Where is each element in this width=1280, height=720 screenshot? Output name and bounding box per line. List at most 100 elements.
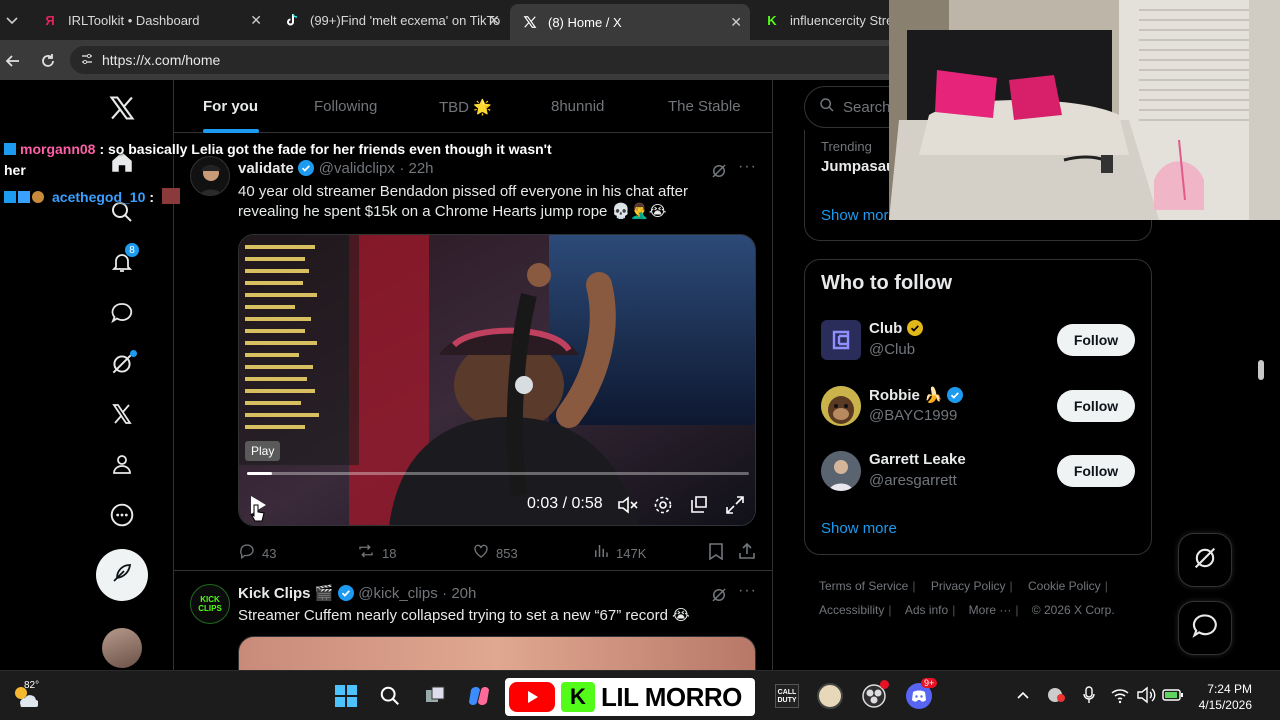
reply-icon: [238, 542, 256, 565]
tab-tiktok[interactable]: (99+)Find 'melt ecxema' on TikTok ✕: [272, 5, 508, 35]
like-button[interactable]: 853: [472, 542, 518, 565]
post-author-handle[interactable]: @validclipx: [319, 160, 395, 177]
microphone-icon[interactable]: [1082, 686, 1096, 709]
tab-tbd[interactable]: TBD 🌟: [439, 80, 492, 133]
mute-icon[interactable]: [617, 495, 639, 520]
post-timestamp[interactable]: · 20h: [442, 585, 476, 602]
search-icon[interactable]: [376, 682, 404, 710]
tab-8hunnid[interactable]: 8hunnid: [551, 80, 604, 133]
footer-link[interactable]: Terms of Service: [819, 579, 908, 593]
follow-button[interactable]: Follow: [1057, 455, 1135, 487]
post-author-avatar[interactable]: [190, 156, 230, 196]
left-navigation: 8: [80, 80, 164, 670]
close-tab-icon[interactable]: ✕: [488, 12, 500, 29]
video-progress-track[interactable]: [247, 472, 749, 475]
battery-icon[interactable]: [1162, 686, 1184, 709]
footer-more-link[interactable]: More ···: [969, 603, 1012, 617]
chat-text: :: [149, 189, 155, 205]
robbie-avatar[interactable]: [821, 386, 861, 426]
post-text: 40 year old streamer Bendadon pissed off…: [238, 182, 758, 222]
page-scrollbar[interactable]: [1256, 160, 1266, 670]
repost-button[interactable]: 18: [356, 542, 396, 565]
tab-kick[interactable]: K influencercity Stream: [752, 5, 892, 35]
garrett-avatar[interactable]: [821, 451, 861, 491]
post[interactable]: KICK CLIPS Kick Clips 🎬 @kick_clips · 20h…: [174, 572, 772, 670]
follow-button[interactable]: Follow: [1057, 324, 1135, 356]
tab-following[interactable]: Following: [314, 80, 377, 133]
post-author-handle[interactable]: @kick_clips: [358, 585, 437, 602]
follow-button[interactable]: Follow: [1057, 390, 1135, 422]
notifications-bell-icon[interactable]: 8: [106, 242, 140, 278]
scrollbar-thumb[interactable]: [1258, 360, 1264, 380]
tab-x-home[interactable]: (8) Home / X ✕: [510, 4, 750, 40]
bookmark-icon[interactable]: [708, 542, 724, 565]
grok-icon: [1191, 544, 1219, 577]
volume-icon[interactable]: [1136, 686, 1156, 709]
tray-chevron-icon[interactable]: [1016, 688, 1030, 707]
suggestion-name[interactable]: Club: [869, 320, 923, 337]
show-more-link[interactable]: Show more: [821, 520, 897, 537]
call-of-duty-icon[interactable]: CALL DUTY: [773, 682, 801, 710]
picture-in-picture-icon[interactable]: [689, 495, 709, 520]
follow-suggestion[interactable]: Club @Club Follow: [805, 314, 1151, 374]
post-author-name[interactable]: validate: [238, 160, 294, 177]
fullscreen-icon[interactable]: [725, 495, 745, 520]
footer-link[interactable]: Ads info: [905, 603, 948, 617]
x-logo-icon[interactable]: [106, 92, 138, 124]
account-avatar[interactable]: [102, 628, 142, 668]
search-placeholder: Search: [843, 98, 891, 116]
grok-icon[interactable]: [106, 348, 138, 380]
premium-x-icon[interactable]: [106, 398, 138, 430]
post-video[interactable]: Play 0:03 / 0:58: [238, 234, 756, 526]
clock-date: 4/15/2026: [1198, 698, 1252, 712]
settings-gear-icon[interactable]: [653, 495, 673, 520]
wifi-icon[interactable]: [1110, 686, 1130, 709]
post-author-avatar[interactable]: KICK CLIPS: [190, 584, 230, 624]
tab-for-you[interactable]: For you: [203, 80, 259, 133]
system-clock[interactable]: 7:24 PM 4/15/2026: [1192, 681, 1252, 713]
verified-badge-icon: [946, 387, 963, 403]
post[interactable]: validate @validclipx · 22h ··· 40 year o…: [174, 150, 772, 571]
footer-link[interactable]: Cookie Policy: [1028, 579, 1101, 593]
post-more-icon[interactable]: ···: [738, 582, 757, 600]
copilot-icon[interactable]: [465, 682, 493, 710]
tab-the-stable[interactable]: The Stable: [668, 80, 741, 133]
site-info-icon[interactable]: [80, 52, 94, 69]
tab-irltoolkit[interactable]: Я IRLToolkit • Dashboard ✕: [30, 5, 270, 35]
more-options-icon[interactable]: [106, 499, 138, 531]
grok-chat-icon[interactable]: [106, 297, 138, 329]
post-text-line: revealing he spent $15k on a Chrome Hear…: [238, 203, 667, 220]
follow-suggestion[interactable]: Garrett Leake @aresgarrett Follow: [805, 445, 1151, 505]
close-tab-icon[interactable]: ✕: [250, 12, 262, 29]
post-timestamp[interactable]: · 22h: [399, 160, 433, 177]
show-more-link[interactable]: Show more: [821, 207, 897, 224]
obs-icon[interactable]: [860, 680, 889, 710]
tab-list-chevron-icon[interactable]: [4, 12, 20, 28]
close-tab-icon[interactable]: ✕: [730, 14, 742, 31]
footer-link[interactable]: Accessibility: [819, 603, 884, 617]
youtube-icon: [509, 682, 555, 712]
back-arrow-icon[interactable]: [4, 52, 22, 75]
views-button[interactable]: 147K: [592, 542, 646, 565]
webcam-overlay: [889, 0, 1280, 220]
app-avatar-icon[interactable]: [816, 682, 844, 710]
suggestion-name[interactable]: Robbie 🍌: [869, 386, 963, 404]
discord-icon[interactable]: 9+: [905, 678, 938, 710]
task-view-icon[interactable]: [421, 682, 449, 710]
reply-button[interactable]: 43: [238, 542, 276, 565]
profile-icon[interactable]: [106, 448, 138, 480]
compose-post-button[interactable]: [96, 549, 148, 601]
share-icon[interactable]: [738, 542, 756, 565]
reload-icon[interactable]: [39, 52, 57, 75]
post-video-thumbnail[interactable]: [238, 636, 756, 670]
grok-floating-button[interactable]: [1178, 533, 1232, 587]
club-avatar[interactable]: [821, 320, 861, 360]
network-app-icon[interactable]: [1046, 686, 1066, 709]
footer-link[interactable]: Privacy Policy: [931, 579, 1006, 593]
post-more-icon[interactable]: ···: [738, 158, 757, 176]
suggestion-name[interactable]: Garrett Leake: [869, 451, 966, 468]
post-author-name[interactable]: Kick Clips 🎬: [238, 585, 333, 602]
follow-suggestion[interactable]: Robbie 🍌 @BAYC1999 Follow: [805, 380, 1151, 440]
messages-floating-button[interactable]: [1178, 601, 1232, 655]
windows-start-icon[interactable]: [332, 682, 360, 710]
